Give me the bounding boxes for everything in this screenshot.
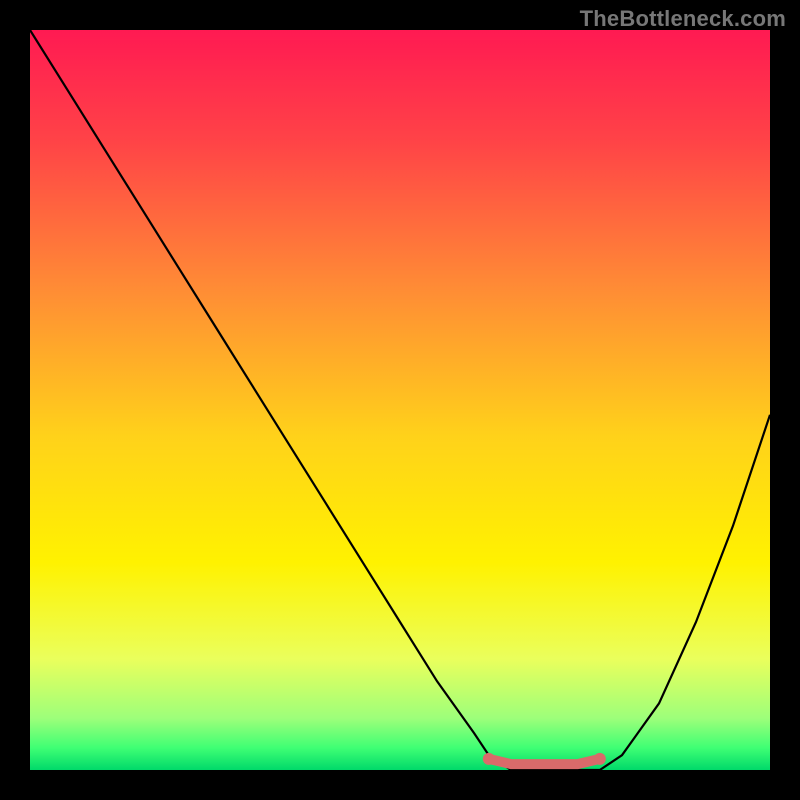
plot-area [30, 30, 770, 770]
chart-svg [30, 30, 770, 770]
optimal-range-marker [489, 759, 600, 764]
watermark-text: TheBottleneck.com [580, 6, 786, 32]
gradient-background [30, 30, 770, 770]
marker-dot-start [483, 753, 495, 765]
marker-dot-end [594, 753, 606, 765]
chart-frame: TheBottleneck.com [0, 0, 800, 800]
